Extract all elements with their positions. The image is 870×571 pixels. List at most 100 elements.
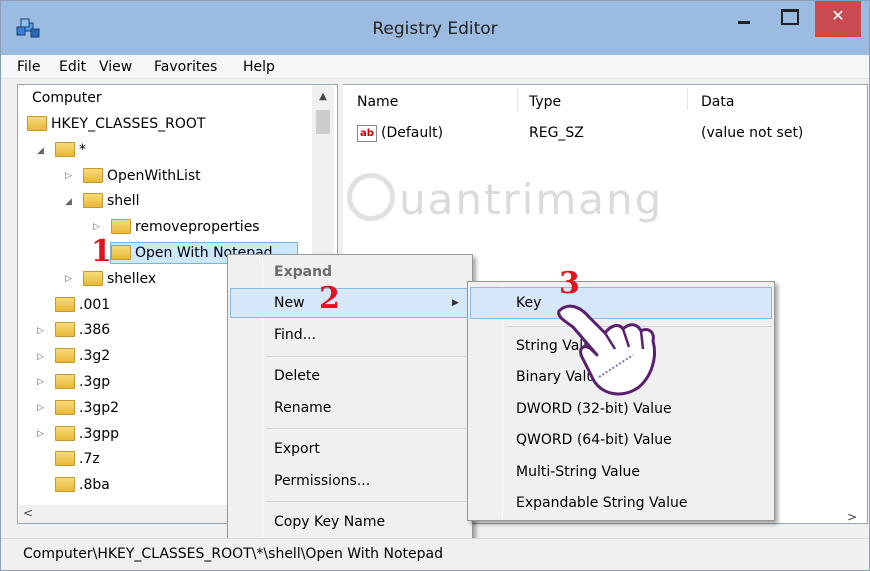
- submenu-item-multi-string-value[interactable]: Multi-String Value: [516, 458, 640, 486]
- maximize-button[interactable]: [771, 1, 805, 37]
- folder-icon: [55, 374, 75, 389]
- folder-icon: [55, 142, 75, 157]
- menu-icon-strip: [502, 284, 503, 518]
- scroll-up-icon[interactable]: ▲: [312, 86, 334, 106]
- step-marker-1: 1: [91, 234, 112, 269]
- folder-icon: [55, 400, 75, 415]
- folder-icon: [55, 322, 75, 337]
- tree-item-ext[interactable]: .3gpp: [55, 424, 119, 444]
- column-header-name[interactable]: Name: [357, 94, 398, 110]
- close-button[interactable]: ✕: [815, 1, 861, 37]
- tree-item-label: .8ba: [79, 477, 110, 493]
- tree-item-label: .386: [79, 322, 111, 338]
- registry-editor-window: Registry Editor ✕ File Edit View Favorit…: [0, 0, 870, 571]
- scroll-left-icon[interactable]: <: [23, 505, 37, 523]
- tree-item-shell[interactable]: shell: [83, 191, 140, 211]
- tree-root-computer[interactable]: Computer: [32, 90, 102, 106]
- value-data-cell: (value not set): [701, 125, 804, 141]
- menu-separator: [266, 356, 470, 357]
- expand-arrow-icon[interactable]: ▷: [37, 403, 44, 413]
- tree-item-label: .3gp: [79, 374, 111, 390]
- menu-item-new[interactable]: New: [274, 289, 305, 317]
- expand-arrow-icon[interactable]: ▷: [93, 222, 100, 232]
- menu-item-permissions[interactable]: Permissions...: [274, 467, 370, 495]
- folder-icon: [55, 297, 75, 312]
- tree-item-label: .3gpp: [79, 426, 120, 442]
- lightbulb-icon: [347, 173, 395, 221]
- folder-icon: [55, 451, 75, 466]
- tree-item-ext[interactable]: .7z: [55, 449, 100, 469]
- value-type-cell: REG_SZ: [529, 125, 584, 141]
- watermark: uantrimang: [331, 169, 661, 239]
- column-header-type[interactable]: Type: [529, 94, 561, 110]
- step-marker-2: 2: [319, 281, 340, 316]
- string-value-icon: ab: [357, 125, 377, 142]
- tree-item-label: shell: [107, 193, 140, 209]
- column-divider[interactable]: [517, 88, 518, 110]
- menu-favorites[interactable]: Favorites: [154, 59, 217, 75]
- context-menu: Expand New ▶ Find... Delete Rename Expor…: [227, 254, 473, 542]
- expand-arrow-icon[interactable]: ▷: [37, 377, 44, 387]
- menu-view[interactable]: View: [99, 59, 132, 75]
- expand-arrow-icon[interactable]: ▷: [37, 326, 44, 336]
- folder-icon: [55, 426, 75, 441]
- submenu-item-expandable-string-value[interactable]: Expandable String Value: [516, 489, 687, 517]
- submenu-arrow-icon: ▶: [452, 298, 459, 308]
- tree-item-label: OpenWithList: [107, 168, 201, 184]
- collapse-arrow-icon[interactable]: ◢: [65, 197, 72, 207]
- folder-icon: [83, 193, 103, 208]
- tree-item-label: .3g2: [79, 348, 111, 364]
- tree-item-label: *: [79, 142, 86, 158]
- menu-help[interactable]: Help: [243, 59, 275, 75]
- tree-item-ext[interactable]: .386: [55, 320, 110, 340]
- tree-item-star[interactable]: *: [55, 140, 86, 160]
- title-bar[interactable]: Registry Editor ✕: [1, 1, 869, 55]
- tree-item-hkcr[interactable]: HKEY_CLASSES_ROOT: [27, 114, 205, 134]
- tree-item-ext[interactable]: .001: [55, 295, 110, 315]
- menu-edit[interactable]: Edit: [59, 59, 86, 75]
- column-divider[interactable]: [687, 88, 688, 110]
- menu-item-find[interactable]: Find...: [274, 321, 316, 349]
- collapse-arrow-icon[interactable]: ◢: [37, 146, 44, 156]
- expand-arrow-icon[interactable]: ▷: [37, 352, 44, 362]
- folder-icon: [111, 245, 131, 260]
- tree-item-ext[interactable]: .3gp: [55, 372, 110, 392]
- tree-item-label: removeproperties: [135, 219, 260, 235]
- menu-file[interactable]: File: [17, 59, 40, 75]
- tree-item-ext[interactable]: .8ba: [55, 475, 110, 495]
- tree-item-label: HKEY_CLASSES_ROOT: [51, 116, 206, 132]
- folder-icon: [55, 348, 75, 363]
- tree-item-label: shellex: [107, 271, 157, 287]
- menu-separator: [266, 501, 470, 502]
- tree-item-label: .001: [79, 297, 111, 313]
- tree-item-removeproperties[interactable]: removeproperties: [111, 217, 260, 237]
- submenu-item-qword-value[interactable]: QWORD (64-bit) Value: [516, 426, 672, 454]
- pointing-hand-icon: [557, 304, 656, 396]
- menu-item-delete[interactable]: Delete: [274, 362, 320, 390]
- menu-item-rename[interactable]: Rename: [274, 394, 331, 422]
- value-name-cell[interactable]: (Default): [381, 125, 443, 141]
- tree-item-openwithlist[interactable]: OpenWithList: [83, 166, 201, 186]
- folder-icon: [83, 168, 103, 183]
- menu-item-export[interactable]: Export: [274, 435, 320, 463]
- minimize-button[interactable]: [729, 1, 759, 37]
- status-bar: Computer\HKEY_CLASSES_ROOT\*\shell\Open …: [1, 538, 869, 570]
- tree-item-ext[interactable]: .3g2: [55, 346, 110, 366]
- column-header-data[interactable]: Data: [701, 94, 734, 110]
- menu-item-copy-key-name[interactable]: Copy Key Name: [274, 508, 385, 536]
- expand-arrow-icon[interactable]: ▷: [65, 274, 72, 284]
- tree-item-ext[interactable]: .3gp2: [55, 398, 119, 418]
- scroll-thumb[interactable]: [316, 110, 330, 134]
- folder-icon: [55, 477, 75, 492]
- folder-icon: [83, 271, 103, 286]
- expand-arrow-icon[interactable]: ▷: [65, 171, 72, 181]
- menu-highlight: [230, 288, 470, 318]
- status-path: Computer\HKEY_CLASSES_ROOT\*\shell\Open …: [23, 546, 443, 562]
- tree-item-label: .3gp2: [79, 400, 120, 416]
- expand-arrow-icon[interactable]: ▷: [37, 429, 44, 439]
- step-marker-3: 3: [559, 266, 580, 301]
- menu-separator: [266, 428, 470, 429]
- tree-item-shellex[interactable]: shellex: [83, 269, 156, 289]
- submenu-item-key[interactable]: Key: [516, 289, 541, 317]
- scroll-right-icon[interactable]: >: [847, 510, 857, 524]
